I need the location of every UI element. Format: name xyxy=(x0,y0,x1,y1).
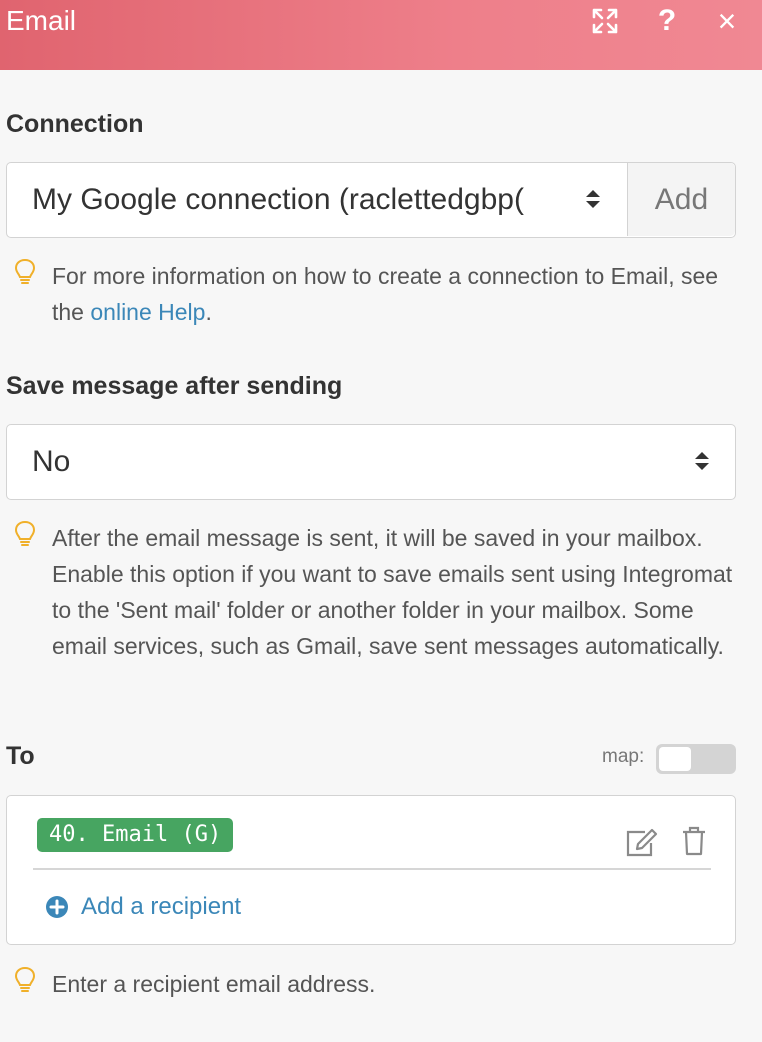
map-toggle-knob xyxy=(659,747,691,771)
plus-circle-icon xyxy=(46,896,68,918)
select-arrows-icon xyxy=(695,452,709,470)
to-hint-text: Enter a recipient email address. xyxy=(52,971,376,997)
online-help-link[interactable]: online Help xyxy=(90,299,205,325)
to-label: To xyxy=(6,742,35,770)
recipient-mapped-value[interactable]: 40. Email (G) xyxy=(37,818,234,852)
recipients-box: 40. Email (G) Add a recipient xyxy=(6,795,736,945)
module-title: Email xyxy=(6,5,77,36)
connection-select[interactable]: My Google connection (raclettedgbp( Add xyxy=(6,162,736,238)
add-recipient-label: Add a recipient xyxy=(81,893,242,920)
map-toggle[interactable] xyxy=(656,744,736,774)
map-label: map: xyxy=(602,746,645,767)
expand-icon[interactable] xyxy=(588,4,622,38)
save-message-label: Save message after sending xyxy=(6,372,343,400)
lightbulb-icon xyxy=(14,966,36,992)
close-icon[interactable]: × xyxy=(712,3,742,39)
save-message-selected-value: No xyxy=(32,445,71,478)
help-icon[interactable]: ? xyxy=(652,4,682,38)
module-header: Email ? × xyxy=(0,0,762,70)
connection-label: Connection xyxy=(6,110,144,138)
recipient-divider xyxy=(33,868,711,870)
connection-selected-value: My Google connection (raclettedgbp( xyxy=(32,183,524,216)
lightbulb-icon xyxy=(14,258,36,284)
save-message-select[interactable]: No xyxy=(6,424,736,500)
edit-icon[interactable] xyxy=(625,828,659,858)
select-arrows-icon xyxy=(586,190,600,208)
add-recipient-button[interactable]: Add a recipient xyxy=(45,892,241,922)
connection-hint-suffix: . xyxy=(205,299,212,325)
add-connection-button[interactable]: Add xyxy=(627,163,735,236)
lightbulb-icon xyxy=(14,520,36,546)
trash-icon[interactable] xyxy=(681,826,707,856)
save-message-hint-text: After the email message is sent, it will… xyxy=(52,525,733,659)
